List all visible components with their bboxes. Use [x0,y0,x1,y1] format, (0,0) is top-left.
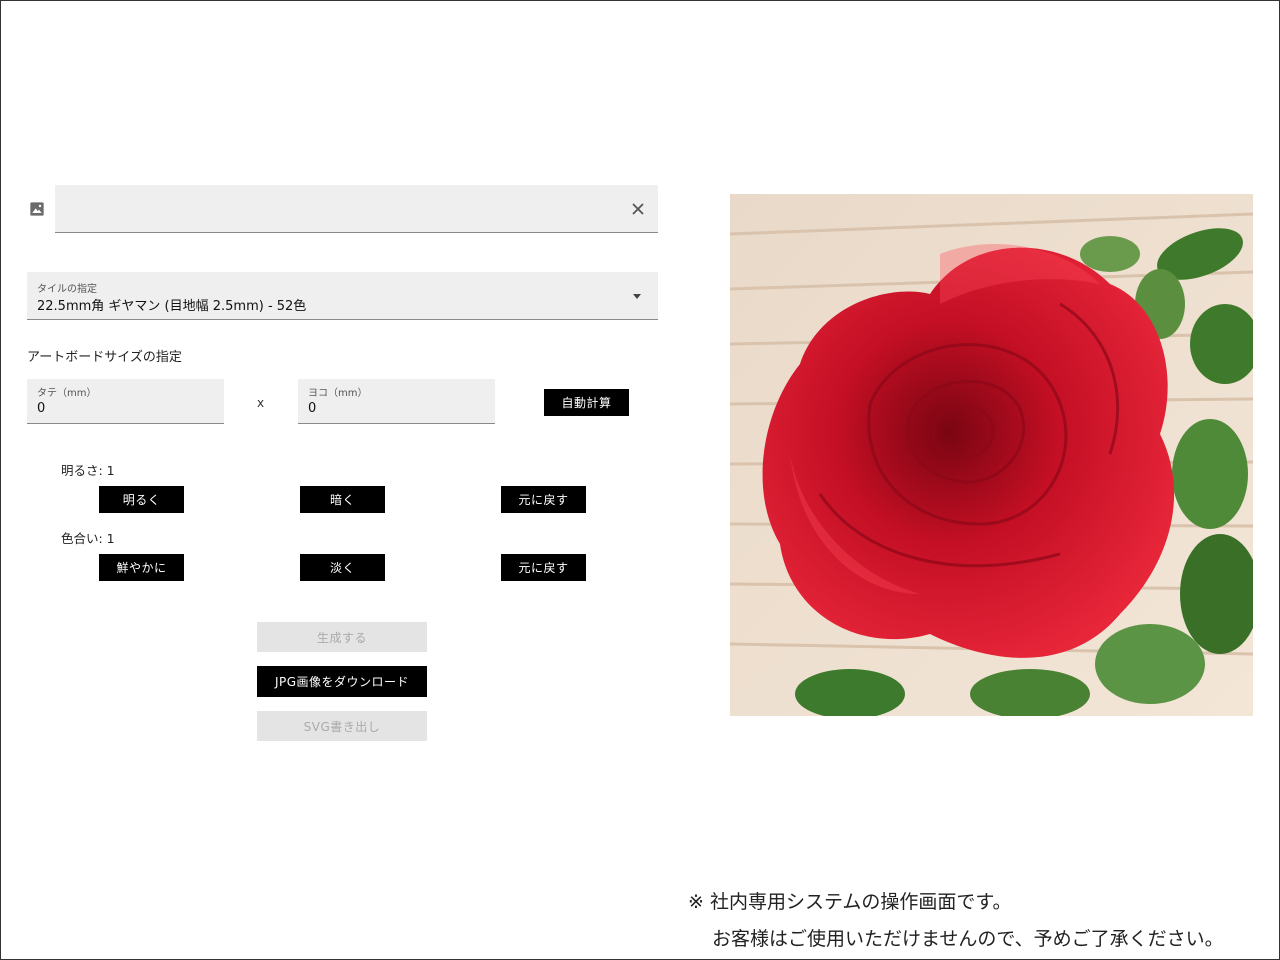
export-svg-button[interactable]: SVG書き出し [257,711,427,741]
notice-line-1: ※ 社内専用システムの操作画面です。 [688,891,1012,913]
brighter-button[interactable]: 明るく [99,486,184,513]
darker-button[interactable]: 暗く [300,486,385,513]
brightness-label: 明るさ: 1 [61,463,115,478]
artboard-height-input[interactable] [37,401,207,416]
artboard-height-label: タテ（mm） [37,388,97,399]
pale-button[interactable]: 淡く [300,554,385,581]
vivid-button[interactable]: 鮮やかに [99,554,184,581]
saturation-label: 色合い: 1 [61,531,115,546]
notice-line-2: お客様はご使用いただけませんので、予めご了承ください。 [712,928,1224,950]
size-separator: x [257,396,265,410]
chevron-down-icon[interactable] [633,294,641,299]
artboard-width-field[interactable]: ヨコ（mm） [298,379,495,424]
brightness-reset-button[interactable]: 元に戻す [501,486,586,513]
image-icon[interactable] [29,201,45,217]
artboard-width-label: ヨコ（mm） [308,388,368,399]
artboard-width-input[interactable] [308,401,478,416]
rose-preview-image [730,194,1253,716]
tile-select-value: 22.5mm角 ギヤマン (目地幅 2.5mm) - 52色 [37,299,307,314]
generate-button[interactable]: 生成する [257,622,427,652]
download-jpg-button[interactable]: JPG画像をダウンロード [257,666,427,697]
artboard-size-title: アートボードサイズの指定 [27,350,182,365]
close-icon[interactable] [630,201,646,217]
tile-select-label: タイルの指定 [37,284,97,295]
auto-calc-button[interactable]: 自動計算 [544,389,629,416]
tile-select[interactable]: タイルの指定 22.5mm角 ギヤマン (目地幅 2.5mm) - 52色 [27,272,658,320]
artboard-height-field[interactable]: タテ（mm） [27,379,224,424]
image-file-input[interactable] [55,185,658,233]
internal-use-notice: ※ 社内専用システムの操作画面です。 お客様はご使用いただけませんので、予めご了… [688,884,1224,958]
saturation-reset-button[interactable]: 元に戻す [501,554,586,581]
